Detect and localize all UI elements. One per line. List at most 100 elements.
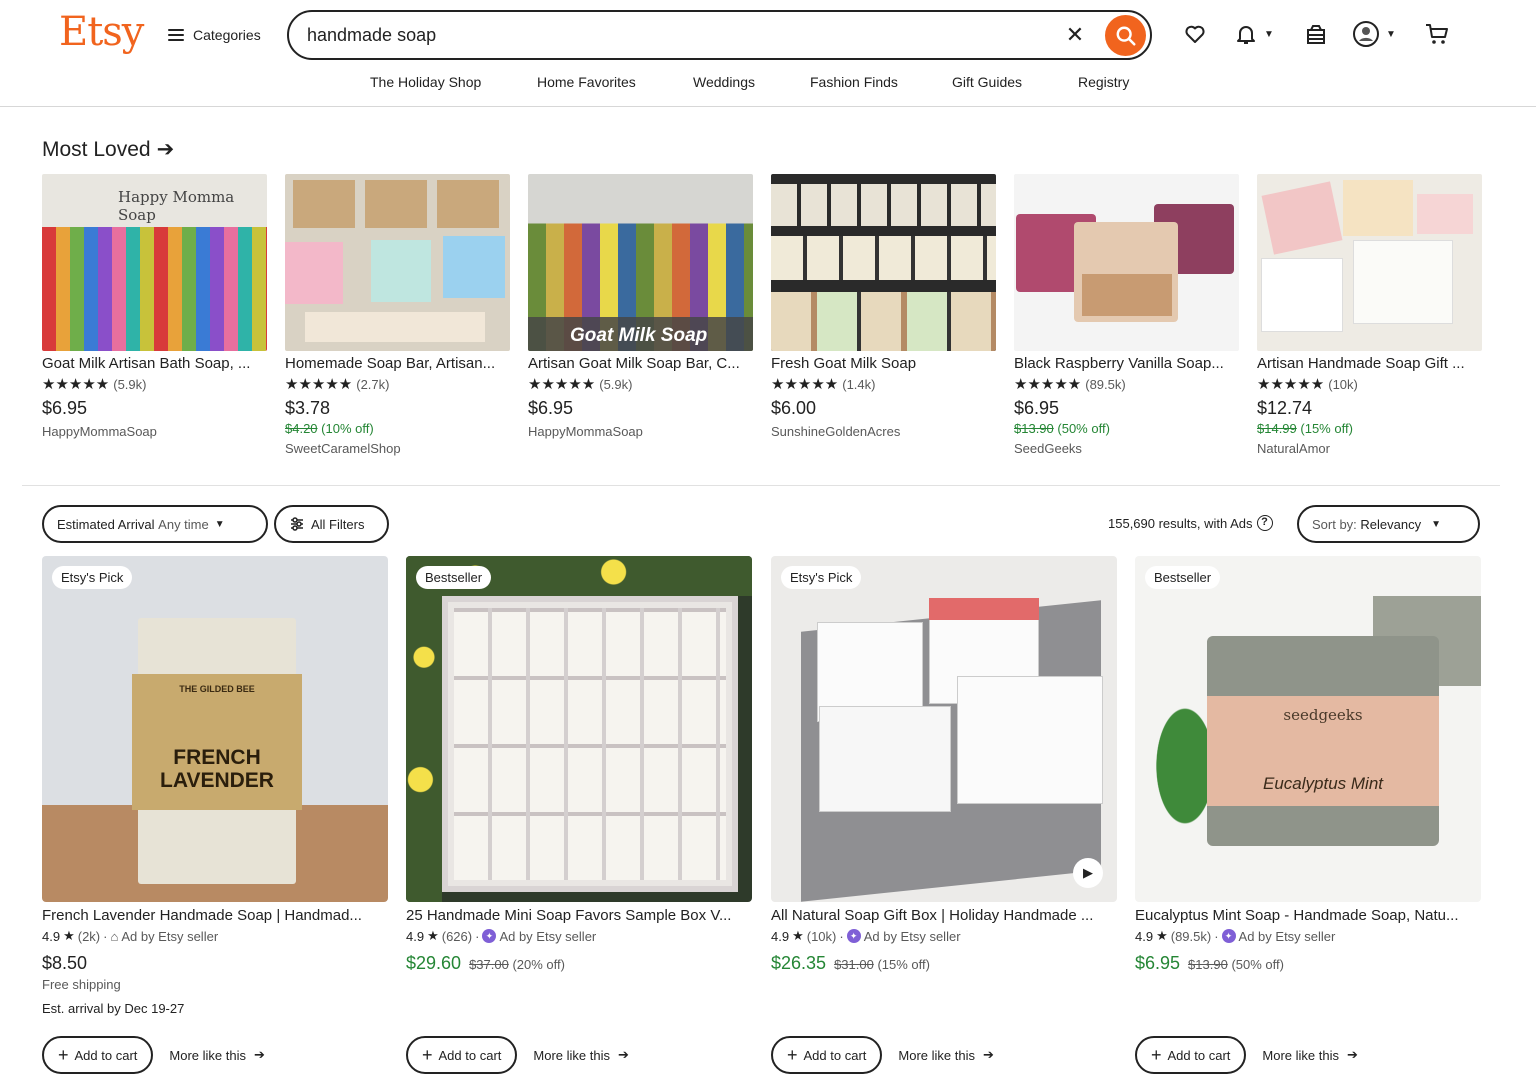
- more-like-this-link[interactable]: More like this ➔: [1262, 1047, 1357, 1063]
- help-icon[interactable]: ?: [1256, 515, 1273, 531]
- product-image[interactable]: ▶ Etsy's Pick: [771, 556, 1117, 902]
- results-count: 155,690 results, with Ads ?: [1108, 515, 1273, 531]
- listing-title[interactable]: 25 Handmade Mini Soap Favors Sample Box …: [406, 907, 752, 924]
- plus-icon: +: [58, 1044, 69, 1065]
- site-header: Etsy Categories ✕ ▼: [0, 0, 1536, 107]
- rating-value: 4.9: [771, 928, 790, 944]
- product-title[interactable]: Homemade Soap Bar, Artisan...: [285, 355, 510, 372]
- favorites-button[interactable]: [1183, 20, 1207, 48]
- shop-name[interactable]: HappyMommaSoap: [42, 424, 267, 439]
- categories-button[interactable]: Categories: [168, 22, 261, 48]
- search-input[interactable]: [307, 22, 1047, 48]
- sort-dropdown[interactable]: Sort by: Relevancy ▼: [1297, 505, 1480, 543]
- listing-title[interactable]: French Lavender Handmade Soap | Handmad.…: [42, 907, 388, 924]
- product-image[interactable]: [285, 174, 510, 351]
- product-rating: ★★★★★ (10k): [1257, 375, 1482, 393]
- shop-name[interactable]: NaturalAmor: [1257, 441, 1482, 456]
- product-image[interactable]: Happy Momma Soap: [42, 174, 267, 351]
- listing-meta: 4.9 ★ (10k) · ✦ Ad by Etsy seller: [771, 928, 961, 944]
- notifications-button[interactable]: ▼: [1234, 20, 1274, 48]
- product-title[interactable]: Artisan Handmade Soap Gift ...: [1257, 355, 1482, 372]
- nav-home-favorites[interactable]: Home Favorites: [537, 74, 636, 90]
- more-like-this-label: More like this: [1262, 1047, 1339, 1063]
- most-loved-card[interactable]: Happy Momma Soap Goat Milk Artisan Bath …: [42, 174, 267, 439]
- shop-name[interactable]: SunshineGoldenAcres: [771, 424, 996, 439]
- filter-value: Any time: [158, 516, 209, 532]
- arrow-right-icon: ➔: [156, 138, 175, 161]
- product-title[interactable]: Goat Milk Artisan Bath Soap, ...: [42, 355, 267, 372]
- discount: (20% off): [512, 957, 565, 972]
- nav-holiday-shop[interactable]: The Holiday Shop: [370, 74, 481, 90]
- most-loved-card[interactable]: Artisan Handmade Soap Gift ... ★★★★★ (10k…: [1257, 174, 1482, 456]
- listing-meta: 4.9 ★ (89.5k) · ✦ Ad by Etsy seller: [1135, 928, 1336, 944]
- nav-registry[interactable]: Registry: [1078, 74, 1129, 90]
- star-seller-icon: ✦: [846, 929, 861, 943]
- arrow-right-icon: ➔: [1346, 1047, 1358, 1062]
- product-image[interactable]: seedgeeks Eucalyptus Mint Bestseller: [1135, 556, 1481, 902]
- product-price: $6.95: [528, 398, 574, 418]
- most-loved-card[interactable]: Homemade Soap Bar, Artisan... ★★★★★ (2.7k…: [285, 174, 510, 456]
- etsys-pick-badge: Etsy's Pick: [52, 566, 133, 589]
- shop-name[interactable]: HappyMommaSoap: [528, 424, 753, 439]
- product-image[interactable]: [1014, 174, 1239, 351]
- product-image[interactable]: [1257, 174, 1482, 351]
- listing-card[interactable]: ▶ Etsy's Pick All Natural Soap Gift Box …: [771, 556, 1117, 1074]
- listing-card[interactable]: THE GILDED BEE FRENCH LAVENDER Etsy's Pi…: [42, 556, 388, 1074]
- shop-name[interactable]: SeedGeeks: [1014, 441, 1239, 456]
- product-rating: ★★★★★ (1.4k): [771, 375, 996, 393]
- product-image[interactable]: [771, 174, 996, 351]
- strikethrough-price: $4.20: [285, 421, 318, 436]
- cart-button[interactable]: [1424, 20, 1450, 48]
- etsy-logo[interactable]: Etsy: [59, 9, 144, 55]
- search-button[interactable]: [1105, 15, 1146, 56]
- product-title[interactable]: Fresh Goat Milk Soap: [771, 355, 996, 372]
- add-to-cart-button[interactable]: + Add to cart: [406, 1036, 518, 1074]
- product-image[interactable]: Goat Milk Soap: [528, 174, 753, 351]
- most-loved-card[interactable]: Black Raspberry Vanilla Soap... ★★★★★ (89…: [1014, 174, 1239, 456]
- gifts-button[interactable]: [1304, 20, 1328, 48]
- star-rating-icon: ★★★★★: [1257, 376, 1325, 393]
- soap-name: FRENCH LAVENDER: [160, 746, 274, 792]
- listing-title[interactable]: All Natural Soap Gift Box | Holiday Hand…: [771, 907, 1117, 924]
- product-title[interactable]: Black Raspberry Vanilla Soap...: [1014, 355, 1239, 372]
- chevron-down-icon: ▼: [1264, 28, 1274, 40]
- all-filters-button[interactable]: All Filters: [274, 505, 389, 543]
- discount: (50% off): [1057, 421, 1110, 436]
- estimated-arrival-filter[interactable]: Estimated Arrival Any time ▼: [42, 505, 268, 543]
- add-to-cart-button[interactable]: + Add to cart: [1135, 1036, 1247, 1074]
- star-rating-icon: ★★★★★: [285, 376, 353, 393]
- listing-title[interactable]: Eucalyptus Mint Soap - Handmade Soap, Na…: [1135, 907, 1481, 924]
- add-to-cart-button[interactable]: + Add to cart: [42, 1036, 154, 1074]
- product-title[interactable]: Artisan Goat Milk Soap Bar, C...: [528, 355, 753, 372]
- ad-label: Ad by Etsy seller: [863, 928, 961, 944]
- add-to-cart-button[interactable]: + Add to cart: [771, 1036, 883, 1074]
- categories-label: Categories: [193, 27, 261, 43]
- search-icon: [1116, 26, 1136, 46]
- account-button[interactable]: ▼: [1352, 20, 1396, 48]
- more-like-this-link[interactable]: More like this ➔: [169, 1047, 264, 1063]
- most-loved-card[interactable]: Fresh Goat Milk Soap ★★★★★ (1.4k) $6.00 S…: [771, 174, 996, 439]
- shop-name[interactable]: SweetCaramelShop: [285, 441, 510, 456]
- star-icon: ★: [427, 928, 439, 943]
- review-count: (626): [441, 928, 473, 944]
- play-icon[interactable]: ▶: [1073, 858, 1103, 888]
- nav-weddings[interactable]: Weddings: [693, 74, 755, 90]
- listing-card[interactable]: seedgeeks Eucalyptus Mint Bestseller Euc…: [1135, 556, 1481, 1074]
- product-image[interactable]: Bestseller: [406, 556, 752, 902]
- listing-card[interactable]: Bestseller 25 Handmade Mini Soap Favors …: [406, 556, 752, 1074]
- product-image[interactable]: THE GILDED BEE FRENCH LAVENDER Etsy's Pi…: [42, 556, 388, 902]
- more-like-this-link[interactable]: More like this ➔: [898, 1047, 993, 1063]
- product-price: $6.95: [1014, 398, 1060, 418]
- filter-label: Estimated Arrival: [57, 516, 155, 532]
- soap-brand: THE GILDED BEE: [179, 684, 255, 694]
- close-icon[interactable]: ✕: [1064, 24, 1086, 46]
- nav-fashion-finds[interactable]: Fashion Finds: [810, 74, 898, 90]
- most-loved-card[interactable]: Goat Milk Soap Artisan Goat Milk Soap Ba…: [528, 174, 753, 439]
- nav-gift-guides[interactable]: Gift Guides: [952, 74, 1022, 90]
- more-like-this-label: More like this: [898, 1047, 975, 1063]
- more-like-this-link[interactable]: More like this ➔: [533, 1047, 628, 1063]
- bestseller-badge: Bestseller: [416, 566, 492, 589]
- most-loved-heading[interactable]: Most Loved ➔: [42, 137, 174, 162]
- review-count: (2.7k): [356, 376, 390, 392]
- star-seller-icon: ✦: [482, 929, 497, 943]
